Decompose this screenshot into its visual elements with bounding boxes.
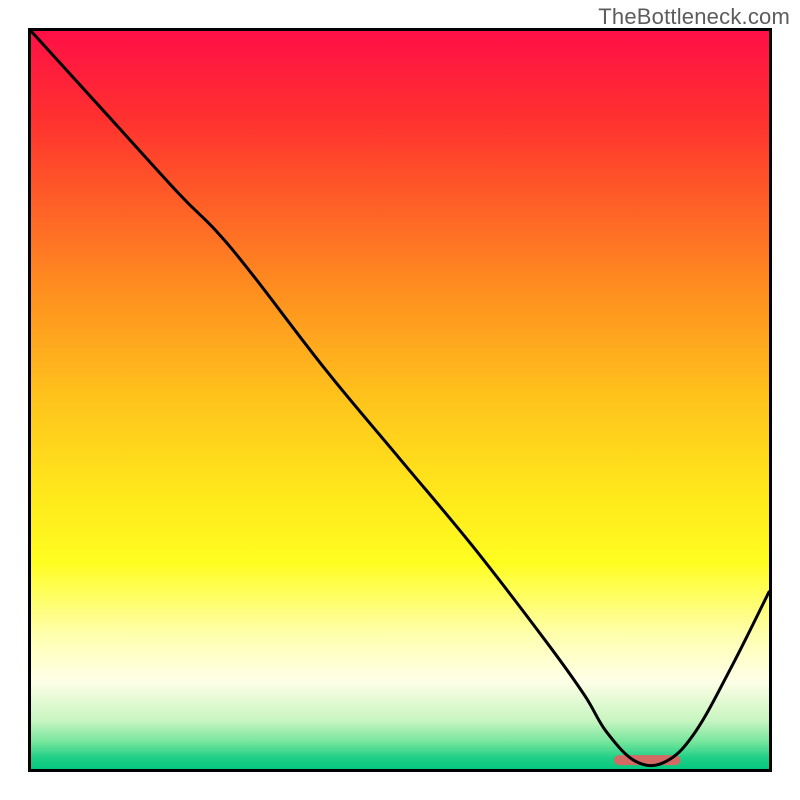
chart-svg — [31, 31, 769, 769]
plot-area — [28, 28, 772, 772]
gradient-bg — [31, 31, 769, 769]
attribution-label: TheBottleneck.com — [598, 4, 790, 30]
chart-container: TheBottleneck.com — [0, 0, 800, 800]
